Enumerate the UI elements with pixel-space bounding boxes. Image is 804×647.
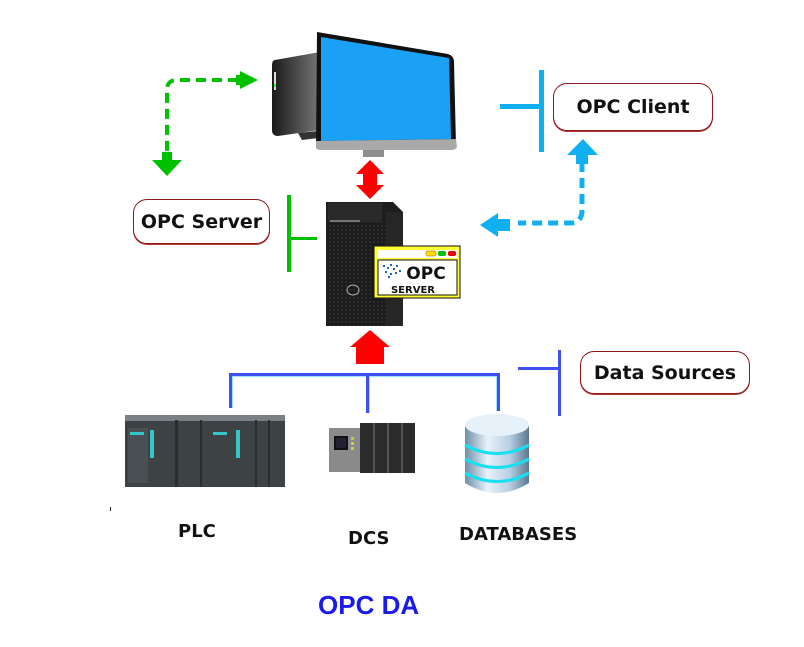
blue-arrow-up-shaft (576, 154, 588, 164)
plc-icon (125, 415, 285, 487)
opc-server-subtext: SERVER (391, 285, 435, 296)
green-dashed-connector (165, 78, 238, 152)
window-maximize-icon (438, 251, 446, 256)
data-sources-bus (229, 373, 500, 413)
blue-arrow-up-icon (567, 139, 598, 155)
blue-arrow-left-icon (480, 213, 498, 237)
plc-caption: PLC (178, 521, 216, 542)
diagram-title: OPC DA (318, 590, 420, 620)
data-to-server-arrow (350, 330, 390, 364)
client-server-bidirectional-arrow (356, 160, 384, 199)
green-arrow-down-icon (152, 160, 182, 176)
blue-dashed-connector (518, 162, 585, 226)
green-arrow-right-icon (240, 71, 258, 89)
client-bracket (500, 70, 544, 152)
dcs-icon (329, 423, 415, 473)
opc-client-label: OPC Client (553, 83, 713, 131)
dcs-caption: DCS (348, 528, 390, 549)
databases-caption: DATABASES (459, 524, 578, 545)
green-arrow-down-shaft (162, 152, 172, 161)
database-icon (464, 414, 530, 493)
opc-server-label: OPC Server (133, 199, 270, 244)
data-sources-label: Data Sources (580, 351, 750, 394)
opc-logo-text: OPC (406, 264, 445, 284)
client-workstation-icon (272, 32, 457, 157)
stray-mark (110, 507, 111, 511)
opc-server-label-text: OPC Server (140, 210, 263, 233)
data-sources-label-text: Data Sources (593, 361, 737, 384)
blue-arrow-left-shaft (496, 219, 510, 231)
opc-client-label-text: OPC Client (576, 96, 690, 118)
data-sources-bracket (518, 350, 561, 416)
green-arrow-right-shaft (236, 75, 242, 85)
window-minimize-icon (425, 250, 437, 257)
window-close-icon (448, 251, 456, 256)
server-bracket (287, 195, 317, 272)
